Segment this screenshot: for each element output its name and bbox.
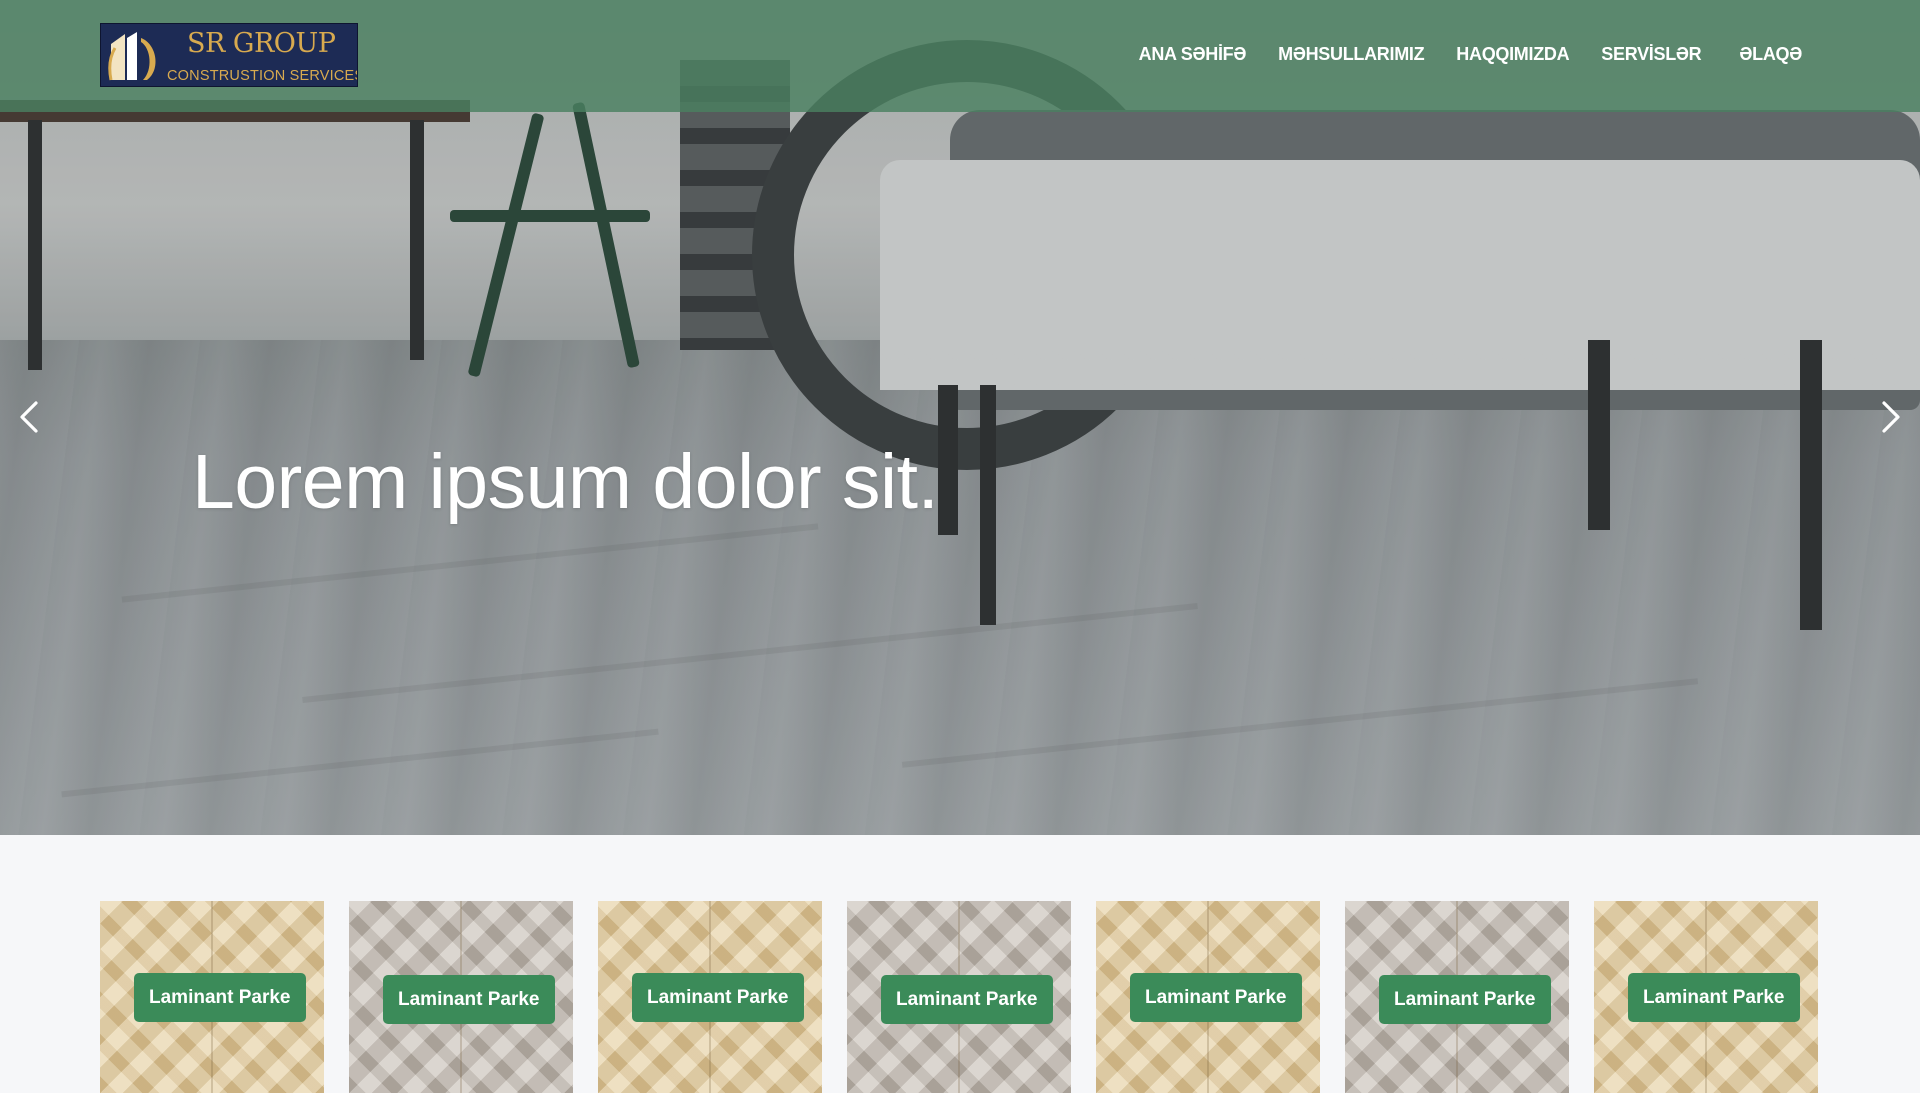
chevron-right-icon <box>1882 401 1900 433</box>
product-card[interactable]: Laminant Parke <box>1096 901 1320 1093</box>
product-card[interactable]: Laminant Parke <box>598 901 822 1093</box>
hero-overlay <box>0 0 1920 835</box>
hero-headline: Lorem ipsum dolor sit. <box>192 439 939 525</box>
product-button[interactable]: Laminant Parke <box>1130 973 1302 1022</box>
nav-item-home[interactable]: ANA SƏHİFƏ <box>1139 44 1247 65</box>
product-button[interactable]: Laminant Parke <box>881 975 1053 1024</box>
product-card[interactable]: Laminant Parke <box>100 901 324 1093</box>
slider-prev-button[interactable] <box>10 397 50 437</box>
hero-slider: Lorem ipsum dolor sit. <box>0 0 1920 835</box>
chevron-left-icon <box>20 401 38 433</box>
brand-subtitle: CONSTRUSTION SERVICES <box>167 68 358 84</box>
product-button[interactable]: Laminant Parke <box>1628 973 1800 1022</box>
product-button[interactable]: Laminant Parke <box>134 973 306 1022</box>
brand-title: SR GROUP <box>187 28 336 59</box>
product-list: Laminant Parke Laminant Parke Laminant P… <box>100 901 1818 1093</box>
product-card[interactable]: Laminant Parke <box>1345 901 1569 1093</box>
nav-item-services[interactable]: SERVİSLƏR <box>1601 44 1701 65</box>
top-navbar: SR GROUP CONSTRUSTION SERVICES ANA SƏHİF… <box>0 0 1920 112</box>
product-button[interactable]: Laminant Parke <box>1379 975 1551 1024</box>
product-card[interactable]: Laminant Parke <box>847 901 1071 1093</box>
product-card[interactable]: Laminant Parke <box>349 901 573 1093</box>
slider-next-button[interactable] <box>1870 397 1910 437</box>
nav-item-contact[interactable]: ƏLAQƏ <box>1739 44 1802 65</box>
main-navigation: ANA SƏHİFƏ MƏHSULLARIMIZ HAQQIMIZDA SERV… <box>1139 44 1803 65</box>
brand-logo[interactable]: SR GROUP CONSTRUSTION SERVICES <box>100 23 358 87</box>
product-button[interactable]: Laminant Parke <box>632 973 804 1022</box>
product-button[interactable]: Laminant Parke <box>383 975 555 1024</box>
nav-item-about[interactable]: HAQQIMIZDA <box>1456 44 1569 65</box>
building-logo-icon <box>108 32 156 81</box>
product-card[interactable]: Laminant Parke <box>1594 901 1818 1093</box>
nav-item-products[interactable]: MƏHSULLARIMIZ <box>1278 44 1424 65</box>
